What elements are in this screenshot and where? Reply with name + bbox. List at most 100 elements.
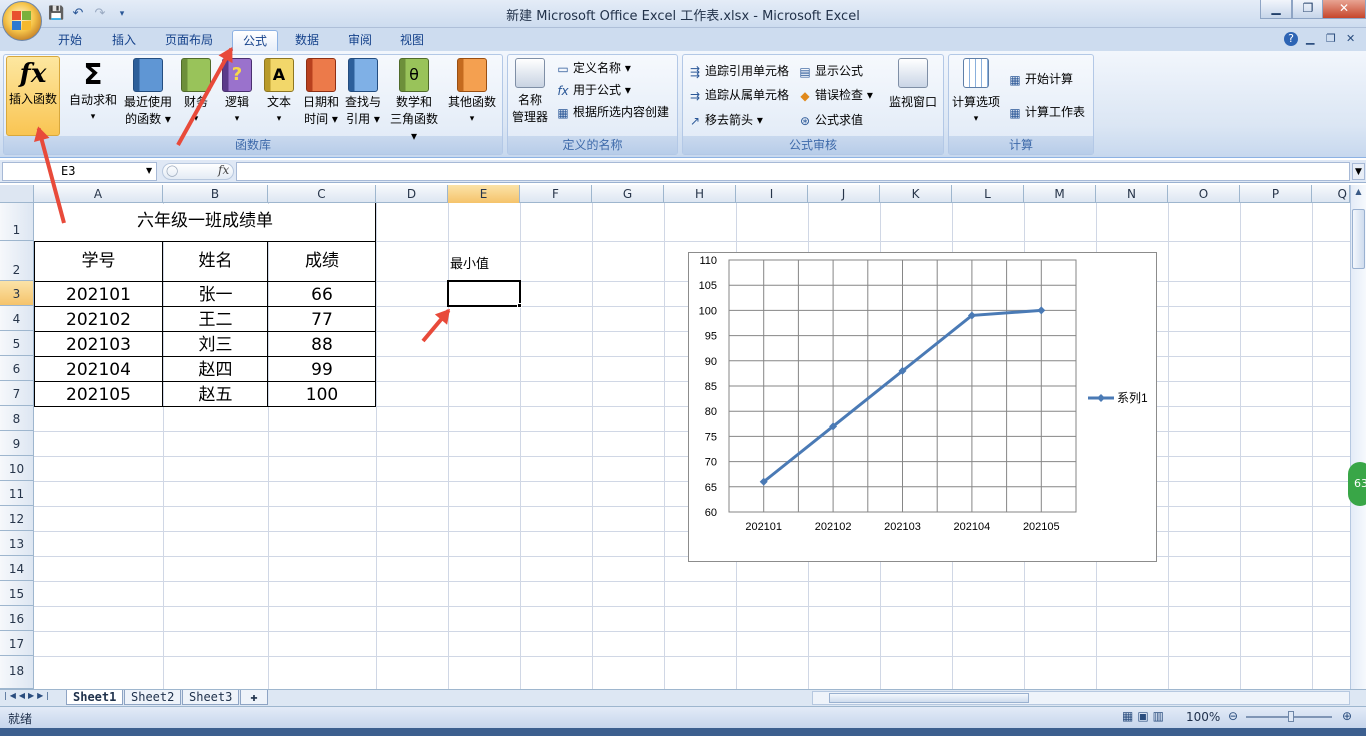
cell-student-id[interactable]: 202103 <box>34 333 163 357</box>
sheet-tab-1[interactable]: Sheet1 <box>66 690 124 705</box>
column-header-h[interactable]: H <box>664 185 736 203</box>
sheet-nav-arrows-icon[interactable]: |◀◀▶▶| <box>4 691 52 700</box>
math-trig-button[interactable]: θ 数学和 三角函数 ▾ <box>386 58 442 145</box>
tab-page-layout[interactable]: 页面布局 <box>155 30 223 51</box>
row-header-16[interactable]: 16 <box>0 606 34 631</box>
cell-student-id[interactable]: 202105 <box>34 383 163 407</box>
trace-dependents-button[interactable]: ⇉ 追踪从属单元格 <box>688 85 789 105</box>
row-header-7[interactable]: 7 <box>0 381 34 406</box>
autosum-button[interactable]: Σ 自动求和 ▾ <box>66 58 120 126</box>
date-time-button[interactable]: 日期和 时间 ▾ <box>300 58 342 128</box>
trace-precedents-button[interactable]: ⇶ 追踪引用单元格 <box>688 61 789 81</box>
line-chart[interactable]: 60 65 70 75 80 85 90 95 100 105 110 202101 202102 202… <box>688 252 1157 562</box>
doc-close-icon[interactable]: ✕ <box>1346 32 1355 45</box>
row-header-14[interactable]: 14 <box>0 556 34 581</box>
row-header-1[interactable]: 1 <box>0 203 34 241</box>
vertical-scrollbar[interactable]: ▲ <box>1350 185 1366 689</box>
sheet-tab-2[interactable]: Sheet2 <box>124 690 182 705</box>
zoom-out-icon[interactable]: ⊖ <box>1228 709 1238 723</box>
column-header-l[interactable]: L <box>952 185 1024 203</box>
scroll-up-icon[interactable]: ▲ <box>1352 187 1365 200</box>
remove-arrows-button[interactable]: ↗ 移去箭头 ▾ <box>688 110 763 130</box>
row-header-13[interactable]: 13 <box>0 531 34 556</box>
view-mode-icons[interactable]: ▦▣▥ <box>1122 709 1168 723</box>
tab-home[interactable]: 开始 <box>48 30 92 51</box>
name-box-dropdown-icon[interactable]: ▼ <box>146 166 152 175</box>
recently-used-button[interactable]: 最近使用 的函数 ▾ <box>121 58 175 128</box>
row-header-11[interactable]: 11 <box>0 481 34 506</box>
horizontal-scroll-thumb[interactable] <box>829 693 1029 703</box>
min-value-label[interactable]: 最小值 <box>450 253 489 272</box>
selected-cell-e3[interactable] <box>447 280 521 307</box>
cell-score[interactable]: 88 <box>268 333 376 357</box>
create-from-selection-button[interactable]: ▦ 根据所选内容创建 <box>556 102 669 122</box>
financial-button[interactable]: 财务 ▾ <box>177 58 215 128</box>
row-header-3[interactable]: 3 <box>0 281 34 306</box>
show-formulas-button[interactable]: ▤ 显示公式 <box>798 61 863 81</box>
row-header-15[interactable]: 15 <box>0 581 34 606</box>
table-title[interactable]: 六年级一班成绩单 <box>34 209 376 233</box>
column-header-q[interactable]: Q <box>1312 185 1350 203</box>
sheet-tab-3[interactable]: Sheet3 <box>182 690 240 705</box>
tab-insert[interactable]: 插入 <box>102 30 146 51</box>
define-name-button[interactable]: ▭ 定义名称 ▾ <box>556 58 631 78</box>
name-box[interactable]: E3 <box>2 162 157 181</box>
lookup-reference-button[interactable]: 查找与 引用 ▾ <box>342 58 384 128</box>
cell-score[interactable]: 99 <box>268 358 376 382</box>
cell-student-id[interactable]: 202101 <box>34 283 163 307</box>
expand-formula-bar-icon[interactable]: ▼ <box>1352 163 1365 180</box>
cell-student-id[interactable]: 202104 <box>34 358 163 382</box>
header-student-id[interactable]: 学号 <box>34 249 163 273</box>
column-header-i[interactable]: I <box>736 185 808 203</box>
calculate-sheet-button[interactable]: ▦ 计算工作表 <box>1008 102 1085 122</box>
doc-restore-icon[interactable]: ❐ <box>1326 32 1336 45</box>
more-functions-button[interactable]: 其他函数 ▾ <box>444 58 500 128</box>
row-header-12[interactable]: 12 <box>0 506 34 531</box>
column-header-b[interactable]: B <box>163 185 268 203</box>
minimize-button[interactable]: ▁ <box>1260 0 1292 19</box>
header-name[interactable]: 姓名 <box>163 249 268 273</box>
column-header-c[interactable]: C <box>268 185 376 203</box>
column-header-f[interactable]: F <box>520 185 592 203</box>
row-header-9[interactable]: 9 <box>0 431 34 456</box>
calculate-now-button[interactable]: ▦ 开始计算 <box>1008 69 1073 89</box>
cell-name[interactable]: 赵五 <box>163 383 268 407</box>
vertical-scroll-thumb[interactable] <box>1352 209 1365 269</box>
cell-score[interactable]: 66 <box>268 283 376 307</box>
column-header-p[interactable]: P <box>1240 185 1312 203</box>
insert-sheet-icon[interactable]: ✚ <box>240 690 268 705</box>
zoom-in-icon[interactable]: ⊕ <box>1342 709 1352 723</box>
office-button[interactable] <box>2 1 42 41</box>
zoom-slider-thumb[interactable] <box>1288 711 1294 722</box>
cell-name[interactable]: 王二 <box>163 308 268 332</box>
cell-name[interactable]: 张一 <box>163 283 268 307</box>
column-header-d[interactable]: D <box>376 185 448 203</box>
cell-name[interactable]: 刘三 <box>163 333 268 357</box>
restore-button[interactable]: ❐ <box>1292 0 1324 19</box>
tab-formulas[interactable]: 公式 <box>232 30 279 51</box>
help-icon[interactable]: ? <box>1284 32 1298 46</box>
watch-window-button[interactable]: 监视窗口 <box>888 58 938 111</box>
row-header-2[interactable]: 2 <box>0 241 34 281</box>
doc-minimize-icon[interactable]: ▁ <box>1306 32 1314 45</box>
expand-circle-icon[interactable]: ◯ <box>166 164 178 177</box>
overlay-badge-icon[interactable]: 63 <box>1348 462 1366 506</box>
tab-review[interactable]: 审阅 <box>338 30 382 51</box>
row-header-8[interactable]: 8 <box>0 406 34 431</box>
name-manager-button[interactable]: 名称 管理器 <box>510 58 550 126</box>
column-header-o[interactable]: O <box>1168 185 1240 203</box>
column-header-n[interactable]: N <box>1096 185 1168 203</box>
error-checking-button[interactable]: ◆ 错误检查 ▾ <box>798 85 872 105</box>
row-header-18[interactable]: 18 <box>0 656 34 689</box>
cell-score[interactable]: 100 <box>268 383 376 407</box>
row-header-5[interactable]: 5 <box>0 331 34 356</box>
horizontal-scrollbar[interactable] <box>812 691 1350 705</box>
column-header-j[interactable]: J <box>808 185 880 203</box>
column-header-g[interactable]: G <box>592 185 664 203</box>
insert-function-button[interactable]: fx 插入函数 <box>6 56 60 136</box>
insert-fx-icon[interactable]: fx <box>218 163 229 177</box>
logical-button[interactable]: ? 逻辑 ▾ <box>218 58 256 128</box>
header-score[interactable]: 成绩 <box>268 249 376 273</box>
text-functions-button[interactable]: A 文本 ▾ <box>260 58 298 128</box>
column-header-m[interactable]: M <box>1024 185 1096 203</box>
